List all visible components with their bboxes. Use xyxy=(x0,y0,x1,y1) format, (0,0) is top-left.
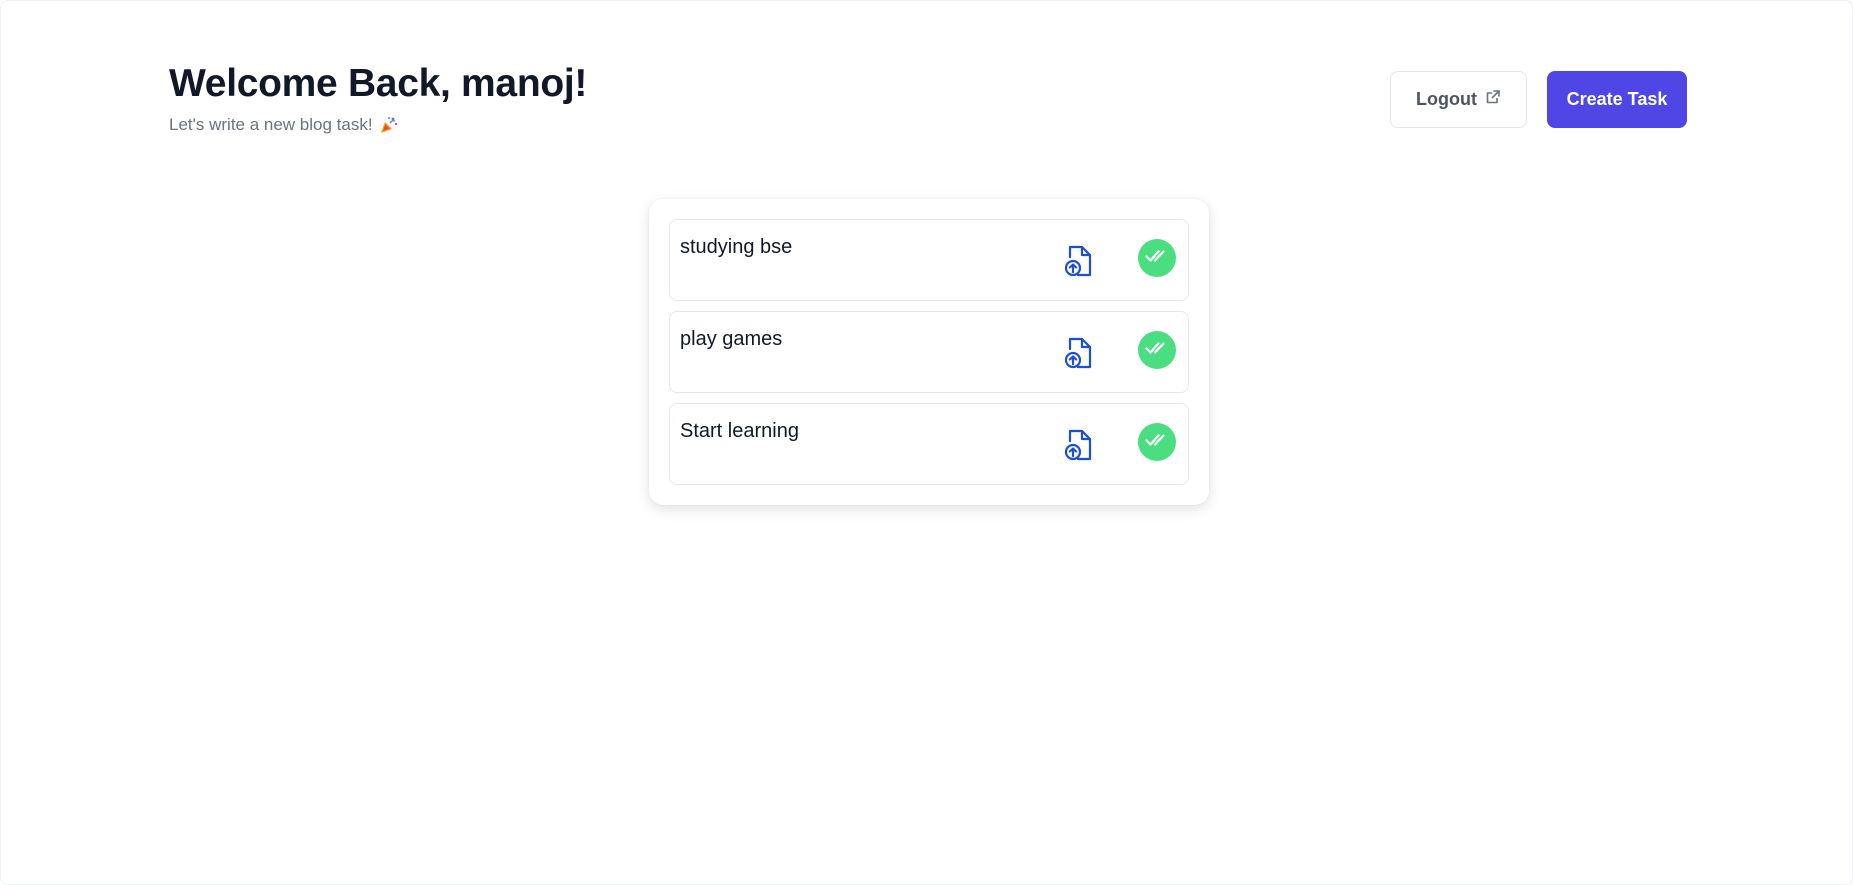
file-upload-icon[interactable] xyxy=(1063,244,1093,278)
mark-done-button[interactable] xyxy=(1138,331,1176,369)
greeting: Welcome Back, manoj! Let's write a new b… xyxy=(169,61,587,135)
logout-button[interactable]: Logout xyxy=(1390,71,1527,128)
mark-done-button[interactable] xyxy=(1138,423,1176,461)
header: Welcome Back, manoj! Let's write a new b… xyxy=(169,61,1687,135)
party-popper-icon xyxy=(379,115,399,135)
logout-label: Logout xyxy=(1416,89,1477,109)
task-item: studying bse xyxy=(669,219,1189,301)
file-upload-icon[interactable] xyxy=(1063,428,1093,462)
create-task-button[interactable]: Create Task xyxy=(1547,71,1687,128)
page-title: Welcome Back, manoj! xyxy=(169,62,588,105)
task-item: Start learning xyxy=(669,403,1189,485)
page-subtitle: Let's write a new blog task! xyxy=(169,115,587,135)
task-item: play games xyxy=(669,311,1189,393)
mark-done-button[interactable] xyxy=(1138,239,1176,277)
file-upload-icon[interactable] xyxy=(1063,336,1093,370)
external-link-icon xyxy=(1485,89,1501,110)
header-actions: Logout Create Task xyxy=(1390,71,1687,128)
task-text: play games xyxy=(680,328,783,350)
task-text: Start learning xyxy=(680,420,799,442)
subtitle-text: Let's write a new blog task! xyxy=(169,115,373,134)
double-check-icon xyxy=(1145,340,1169,361)
double-check-icon xyxy=(1145,432,1169,453)
task-text: studying bse xyxy=(680,236,793,258)
task-list: studying bse play games Start learning xyxy=(649,199,1209,505)
page: Welcome Back, manoj! Let's write a new b… xyxy=(0,0,1853,885)
double-check-icon xyxy=(1145,248,1169,269)
